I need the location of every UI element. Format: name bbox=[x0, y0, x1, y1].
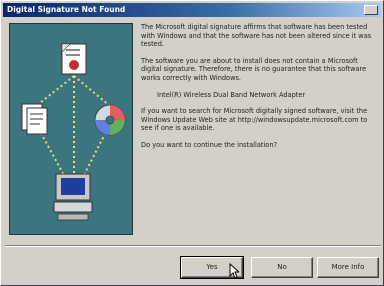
no-button[interactable]: No bbox=[251, 257, 313, 278]
message-text: The Microsoft digital signature affirms … bbox=[141, 23, 379, 158]
dialog-title: Digital Signature Not Found bbox=[7, 5, 126, 14]
documents-icon bbox=[21, 103, 48, 135]
signature-graphic bbox=[9, 23, 133, 235]
dialog-window: Digital Signature Not Found The Microsof… bbox=[0, 0, 384, 286]
title-bar: Digital Signature Not Found bbox=[3, 3, 381, 17]
mouse-cursor-icon bbox=[229, 263, 239, 279]
close-button[interactable] bbox=[364, 5, 378, 15]
windows-update-text: If you want to search for Microsoft digi… bbox=[141, 107, 368, 133]
certificate-icon bbox=[61, 43, 87, 75]
divider bbox=[5, 245, 381, 247]
no-signature-text: The software you are about to install do… bbox=[141, 56, 367, 82]
device-name: Intel(R) Wireless Dual Band Network Adap… bbox=[157, 90, 306, 99]
cd-icon bbox=[94, 104, 126, 136]
continue-question: Do you want to continue the installation… bbox=[141, 140, 278, 149]
computer-icon bbox=[53, 173, 93, 221]
signature-info-text: The Microsoft digital signature affirms … bbox=[141, 23, 372, 49]
more-info-button[interactable]: More Info bbox=[317, 257, 379, 278]
